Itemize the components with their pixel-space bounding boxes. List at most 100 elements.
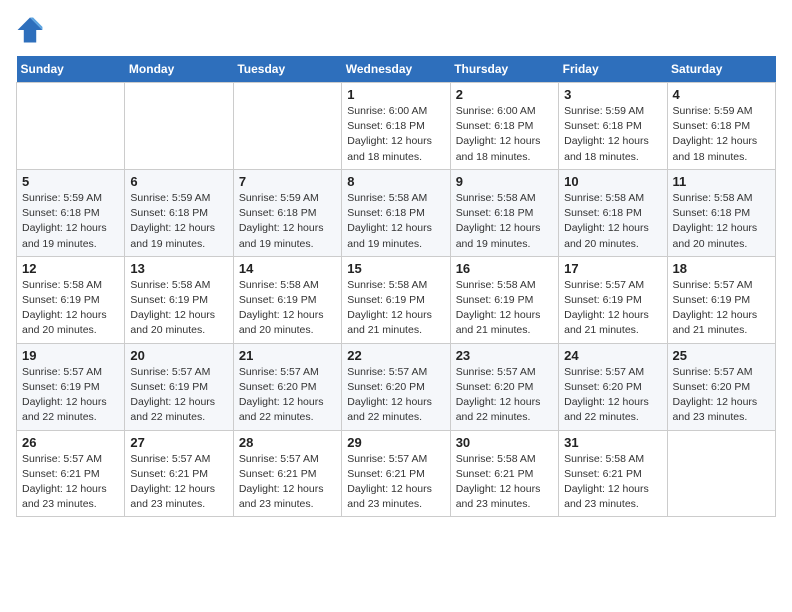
cell-info-text: Sunrise: 5:57 AM Sunset: 6:20 PM Dayligh… bbox=[564, 365, 661, 426]
logo-icon bbox=[16, 16, 44, 44]
calendar-cell: 6 Sunrise: 5:59 AM Sunset: 6:18 PM Daylig… bbox=[125, 169, 233, 256]
calendar-cell: 11 Sunrise: 5:58 AM Sunset: 6:18 PM Dayli… bbox=[667, 169, 775, 256]
cell-day-number: 10 bbox=[564, 174, 661, 189]
calendar-cell: 16 Sunrise: 5:58 AM Sunset: 6:19 PM Dayli… bbox=[450, 256, 558, 343]
cell-day-number: 26 bbox=[22, 435, 119, 450]
calendar-cell: 5 Sunrise: 5:59 AM Sunset: 6:18 PM Daylig… bbox=[17, 169, 125, 256]
cell-day-number: 16 bbox=[456, 261, 553, 276]
cell-day-number: 20 bbox=[130, 348, 227, 363]
calendar-cell: 19 Sunrise: 5:57 AM Sunset: 6:19 PM Dayli… bbox=[17, 343, 125, 430]
column-header-tuesday: Tuesday bbox=[233, 56, 341, 83]
calendar-cell: 14 Sunrise: 5:58 AM Sunset: 6:19 PM Dayli… bbox=[233, 256, 341, 343]
column-header-friday: Friday bbox=[559, 56, 667, 83]
cell-day-number: 30 bbox=[456, 435, 553, 450]
cell-info-text: Sunrise: 5:57 AM Sunset: 6:21 PM Dayligh… bbox=[239, 452, 336, 513]
cell-info-text: Sunrise: 5:58 AM Sunset: 6:19 PM Dayligh… bbox=[456, 278, 553, 339]
column-header-monday: Monday bbox=[125, 56, 233, 83]
calendar-cell: 8Sunrise: 5:58 AM Sunset: 6:18 PM Daylig… bbox=[342, 169, 450, 256]
cell-day-number: 22 bbox=[347, 348, 444, 363]
calendar-week-row: 1 Sunrise: 6:00 AM Sunset: 6:18 PM Daylig… bbox=[17, 83, 776, 170]
calendar-cell: 4 Sunrise: 5:59 AM Sunset: 6:18 PM Daylig… bbox=[667, 83, 775, 170]
calendar-cell: 24Sunrise: 5:57 AM Sunset: 6:20 PM Dayli… bbox=[559, 343, 667, 430]
page-header bbox=[16, 16, 776, 44]
calendar-cell: 31Sunrise: 5:58 AM Sunset: 6:21 PM Dayli… bbox=[559, 430, 667, 517]
cell-day-number: 28 bbox=[239, 435, 336, 450]
cell-day-number: 6 bbox=[130, 174, 227, 189]
cell-day-number: 29 bbox=[347, 435, 444, 450]
column-header-sunday: Sunday bbox=[17, 56, 125, 83]
cell-day-number: 11 bbox=[673, 174, 770, 189]
cell-day-number: 1 bbox=[347, 87, 444, 102]
cell-day-number: 25 bbox=[673, 348, 770, 363]
cell-info-text: Sunrise: 6:00 AM Sunset: 6:18 PM Dayligh… bbox=[347, 104, 444, 165]
calendar-cell: 23 Sunrise: 5:57 AM Sunset: 6:20 PM Dayli… bbox=[450, 343, 558, 430]
calendar-cell: 2 Sunrise: 6:00 AM Sunset: 6:18 PM Daylig… bbox=[450, 83, 558, 170]
cell-info-text: Sunrise: 5:58 AM Sunset: 6:19 PM Dayligh… bbox=[130, 278, 227, 339]
cell-info-text: Sunrise: 5:57 AM Sunset: 6:19 PM Dayligh… bbox=[564, 278, 661, 339]
cell-day-number: 9 bbox=[456, 174, 553, 189]
cell-info-text: Sunrise: 5:58 AM Sunset: 6:19 PM Dayligh… bbox=[347, 278, 444, 339]
calendar-cell: 12 Sunrise: 5:58 AM Sunset: 6:19 PM Dayli… bbox=[17, 256, 125, 343]
calendar-cell: 22 Sunrise: 5:57 AM Sunset: 6:20 PM Dayli… bbox=[342, 343, 450, 430]
cell-info-text: Sunrise: 5:58 AM Sunset: 6:19 PM Dayligh… bbox=[22, 278, 119, 339]
calendar-cell: 25 Sunrise: 5:57 AM Sunset: 6:20 PM Dayli… bbox=[667, 343, 775, 430]
calendar-table: SundayMondayTuesdayWednesdayThursdayFrid… bbox=[16, 56, 776, 517]
cell-info-text: Sunrise: 5:59 AM Sunset: 6:18 PM Dayligh… bbox=[564, 104, 661, 165]
cell-info-text: Sunrise: 5:57 AM Sunset: 6:19 PM Dayligh… bbox=[673, 278, 770, 339]
calendar-header-row: SundayMondayTuesdayWednesdayThursdayFrid… bbox=[17, 56, 776, 83]
calendar-week-row: 26 Sunrise: 5:57 AM Sunset: 6:21 PM Dayli… bbox=[17, 430, 776, 517]
calendar-cell: 29Sunrise: 5:57 AM Sunset: 6:21 PM Dayli… bbox=[342, 430, 450, 517]
logo bbox=[16, 16, 48, 44]
calendar-cell bbox=[233, 83, 341, 170]
column-header-saturday: Saturday bbox=[667, 56, 775, 83]
cell-info-text: Sunrise: 5:58 AM Sunset: 6:18 PM Dayligh… bbox=[456, 191, 553, 252]
cell-info-text: Sunrise: 5:57 AM Sunset: 6:20 PM Dayligh… bbox=[456, 365, 553, 426]
cell-info-text: Sunrise: 5:58 AM Sunset: 6:21 PM Dayligh… bbox=[456, 452, 553, 513]
calendar-cell: 15 Sunrise: 5:58 AM Sunset: 6:19 PM Dayli… bbox=[342, 256, 450, 343]
cell-info-text: Sunrise: 5:59 AM Sunset: 6:18 PM Dayligh… bbox=[673, 104, 770, 165]
calendar-cell: 1 Sunrise: 6:00 AM Sunset: 6:18 PM Daylig… bbox=[342, 83, 450, 170]
cell-day-number: 17 bbox=[564, 261, 661, 276]
calendar-cell: 21 Sunrise: 5:57 AM Sunset: 6:20 PM Dayli… bbox=[233, 343, 341, 430]
calendar-cell: 30 Sunrise: 5:58 AM Sunset: 6:21 PM Dayli… bbox=[450, 430, 558, 517]
cell-day-number: 31 bbox=[564, 435, 661, 450]
cell-info-text: Sunrise: 5:57 AM Sunset: 6:21 PM Dayligh… bbox=[130, 452, 227, 513]
cell-day-number: 5 bbox=[22, 174, 119, 189]
cell-info-text: Sunrise: 5:57 AM Sunset: 6:19 PM Dayligh… bbox=[130, 365, 227, 426]
cell-day-number: 12 bbox=[22, 261, 119, 276]
cell-info-text: Sunrise: 5:57 AM Sunset: 6:20 PM Dayligh… bbox=[673, 365, 770, 426]
cell-info-text: Sunrise: 5:57 AM Sunset: 6:19 PM Dayligh… bbox=[22, 365, 119, 426]
calendar-cell: 20 Sunrise: 5:57 AM Sunset: 6:19 PM Dayli… bbox=[125, 343, 233, 430]
cell-info-text: Sunrise: 5:59 AM Sunset: 6:18 PM Dayligh… bbox=[239, 191, 336, 252]
cell-day-number: 19 bbox=[22, 348, 119, 363]
cell-info-text: Sunrise: 5:59 AM Sunset: 6:18 PM Dayligh… bbox=[22, 191, 119, 252]
cell-info-text: Sunrise: 5:59 AM Sunset: 6:18 PM Dayligh… bbox=[130, 191, 227, 252]
cell-day-number: 3 bbox=[564, 87, 661, 102]
cell-info-text: Sunrise: 5:57 AM Sunset: 6:20 PM Dayligh… bbox=[239, 365, 336, 426]
calendar-cell: 18 Sunrise: 5:57 AM Sunset: 6:19 PM Dayli… bbox=[667, 256, 775, 343]
cell-info-text: Sunrise: 5:57 AM Sunset: 6:21 PM Dayligh… bbox=[22, 452, 119, 513]
calendar-cell: 9 Sunrise: 5:58 AM Sunset: 6:18 PM Daylig… bbox=[450, 169, 558, 256]
cell-info-text: Sunrise: 5:58 AM Sunset: 6:18 PM Dayligh… bbox=[347, 191, 444, 252]
column-header-wednesday: Wednesday bbox=[342, 56, 450, 83]
calendar-week-row: 5 Sunrise: 5:59 AM Sunset: 6:18 PM Daylig… bbox=[17, 169, 776, 256]
calendar-week-row: 12 Sunrise: 5:58 AM Sunset: 6:19 PM Dayli… bbox=[17, 256, 776, 343]
calendar-week-row: 19 Sunrise: 5:57 AM Sunset: 6:19 PM Dayli… bbox=[17, 343, 776, 430]
cell-day-number: 23 bbox=[456, 348, 553, 363]
calendar-cell: 7 Sunrise: 5:59 AM Sunset: 6:18 PM Daylig… bbox=[233, 169, 341, 256]
cell-day-number: 7 bbox=[239, 174, 336, 189]
cell-day-number: 15 bbox=[347, 261, 444, 276]
cell-info-text: Sunrise: 6:00 AM Sunset: 6:18 PM Dayligh… bbox=[456, 104, 553, 165]
cell-day-number: 21 bbox=[239, 348, 336, 363]
cell-info-text: Sunrise: 5:58 AM Sunset: 6:18 PM Dayligh… bbox=[673, 191, 770, 252]
cell-day-number: 14 bbox=[239, 261, 336, 276]
cell-day-number: 2 bbox=[456, 87, 553, 102]
cell-info-text: Sunrise: 5:58 AM Sunset: 6:19 PM Dayligh… bbox=[239, 278, 336, 339]
calendar-cell: 27Sunrise: 5:57 AM Sunset: 6:21 PM Dayli… bbox=[125, 430, 233, 517]
calendar-cell: 3 Sunrise: 5:59 AM Sunset: 6:18 PM Daylig… bbox=[559, 83, 667, 170]
cell-day-number: 18 bbox=[673, 261, 770, 276]
cell-info-text: Sunrise: 5:57 AM Sunset: 6:20 PM Dayligh… bbox=[347, 365, 444, 426]
calendar-cell: 10Sunrise: 5:58 AM Sunset: 6:18 PM Dayli… bbox=[559, 169, 667, 256]
cell-day-number: 4 bbox=[673, 87, 770, 102]
cell-day-number: 13 bbox=[130, 261, 227, 276]
